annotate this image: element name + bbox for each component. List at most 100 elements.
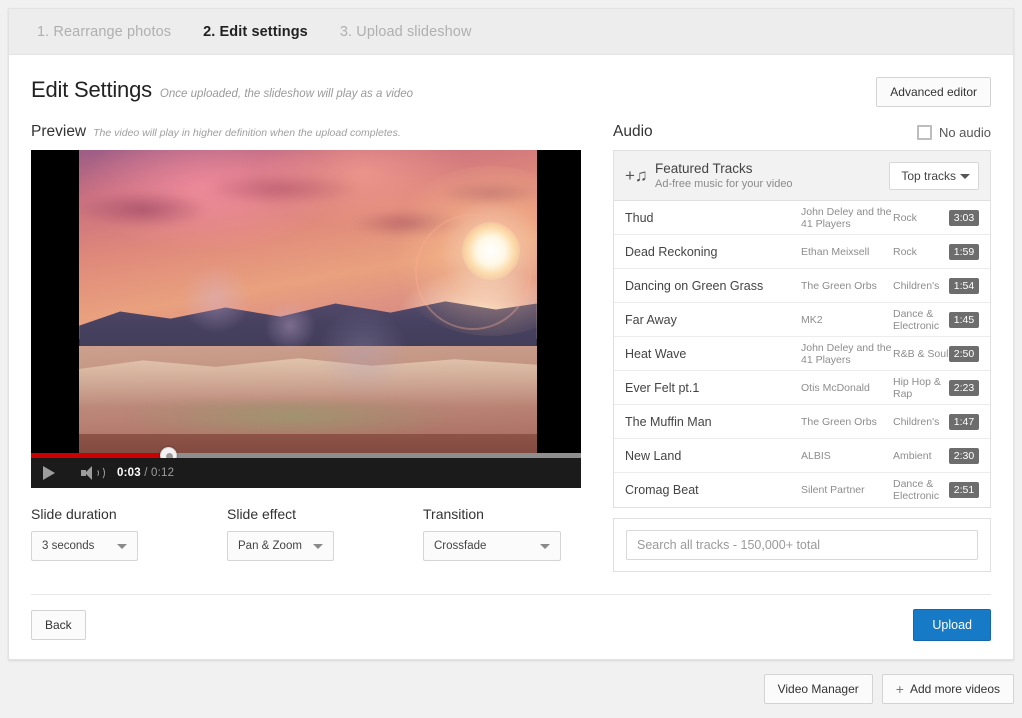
track-duration: 2:51 <box>949 482 979 498</box>
track-genre: Ambient <box>893 449 932 462</box>
track-artist: ALBIS <box>801 449 831 462</box>
track-title: The Muffin Man <box>625 414 712 429</box>
track-genre: Dance & Electronic <box>893 478 940 502</box>
track-row[interactable]: Cromag Beat Silent Partner Dance & Electro… <box>614 473 990 507</box>
audio-column: Audio No audio +♫ Featured Tracks Ad-fre… <box>613 123 991 572</box>
no-audio-label: No audio <box>938 124 991 140</box>
track-title: Heat Wave <box>625 346 687 361</box>
track-duration: 3:03 <box>949 209 979 226</box>
lens-flare-dot-1 <box>181 263 252 334</box>
featured-tracks-text: Featured Tracks Ad-free music for your v… <box>655 161 889 191</box>
track-row[interactable]: New Land ALBIS Ambient 2:30 <box>614 439 990 473</box>
preview-note: The video will play in higher definition… <box>93 127 401 139</box>
featured-tracks-title: Featured Tracks <box>655 160 753 176</box>
slide-effect-label: Slide effect <box>227 506 297 522</box>
track-duration: 1:47 <box>949 413 979 430</box>
volume-button[interactable] <box>81 465 117 481</box>
lens-flare-ring <box>414 213 531 330</box>
track-row[interactable]: The Muffin Man The Green Orbs Children's 1:… <box>614 405 990 439</box>
track-list: Thud John Deley and the 41 Players Rock 3:0… <box>614 201 990 507</box>
track-row[interactable]: Ever Felt pt.1 Otis McDonald Hip Hop & Rap… <box>614 371 990 405</box>
plus-icon: + <box>895 681 904 697</box>
slide-effect-select[interactable]: Pan & Zoom <box>227 531 334 561</box>
chevron-down-icon <box>117 544 127 549</box>
track-title: Dead Reckoning <box>625 244 718 259</box>
track-title: Dancing on Green Grass <box>625 278 764 293</box>
slide-duration-label: Slide duration <box>31 506 117 522</box>
video-controls-bar: 0:03 / 0:12 <box>31 458 581 488</box>
track-title: Cromag Beat <box>625 483 699 497</box>
track-row[interactable]: Thud John Deley and the 41 Players Rock 3:0… <box>614 201 990 235</box>
track-row[interactable]: Far Away MK2 Dance & Electronic 1:45 <box>614 303 990 337</box>
add-music-note-icon: +♫ <box>625 165 648 185</box>
featured-tracks-header: +♫ Featured Tracks Ad-free music for you… <box>614 151 990 201</box>
track-search-container <box>613 518 991 572</box>
page-title: Edit Settings <box>31 77 152 102</box>
hill-highlight-layer <box>79 358 537 407</box>
track-genre: Children's <box>893 279 940 292</box>
step-tab-rearrange-photos[interactable]: 1. Rearrange photos <box>37 24 171 40</box>
current-time: 0:03 <box>117 467 141 479</box>
track-artist: John Deley and the 41 Players <box>801 205 892 230</box>
track-duration: 2:50 <box>949 345 979 362</box>
track-row[interactable]: Dancing on Green Grass The Green Orbs Chil… <box>614 269 990 303</box>
lens-flare-dot-2 <box>263 299 316 352</box>
track-title: Thud <box>625 210 654 225</box>
audio-header: Audio No audio <box>613 123 991 141</box>
track-row[interactable]: Heat Wave John Deley and the 41 Players R&… <box>614 337 990 371</box>
add-more-videos-button[interactable]: + Add more videos <box>881 674 1014 704</box>
track-duration: 2:30 <box>949 447 979 464</box>
lens-flare-dot-3 <box>316 306 409 399</box>
transition-value: Crossfade <box>434 540 487 552</box>
add-more-videos-label: Add more videos <box>909 682 1000 696</box>
page-subtitle: Once uploaded, the slideshow will play a… <box>159 88 414 100</box>
total-time: 0:12 <box>151 467 175 479</box>
transition-group: Transition Crossfade <box>423 506 583 561</box>
slide-duration-group: Slide duration 3 seconds <box>31 506 191 561</box>
play-icon <box>43 466 55 480</box>
top-tracks-label: Top tracks <box>901 168 956 183</box>
search-tracks-input[interactable] <box>626 530 978 560</box>
video-time-display: 0:03 / 0:12 <box>117 467 174 479</box>
chevron-down-icon <box>960 173 970 179</box>
track-genre: Rock <box>893 211 917 224</box>
slide-effect-group: Slide effect Pan & Zoom <box>227 506 387 561</box>
volume-icon <box>81 465 105 481</box>
page-footer: Video Manager + Add more videos <box>8 668 1014 710</box>
chevron-down-icon <box>313 544 323 549</box>
slide-settings-row: Slide duration 3 seconds Slide effect Pa… <box>31 506 583 561</box>
upload-button[interactable]: Upload <box>913 609 991 641</box>
transition-label: Transition <box>423 506 484 522</box>
track-artist: The Green Orbs <box>801 279 877 292</box>
video-preview-player[interactable]: 0:03 / 0:12 <box>31 150 581 488</box>
track-artist: Ethan Meixsell <box>801 245 870 258</box>
track-genre: Rock <box>893 245 917 258</box>
track-artist: Silent Partner <box>801 484 865 496</box>
track-genre: Children's <box>893 415 940 428</box>
no-audio-toggle[interactable]: No audio <box>916 124 991 140</box>
transition-select[interactable]: Crossfade <box>423 531 561 561</box>
video-manager-button[interactable]: Video Manager <box>763 674 873 704</box>
top-tracks-dropdown[interactable]: Top tracks <box>889 161 979 190</box>
video-manager-label: Video Manager <box>777 682 859 696</box>
preview-header: Preview The video will play in higher de… <box>31 123 583 141</box>
step-tab-upload-slideshow[interactable]: 3. Upload slideshow <box>340 24 472 40</box>
track-duration: 1:54 <box>949 277 979 294</box>
slideshow-editor-card: 1. Rearrange photos 2. Edit settings 3. … <box>8 8 1014 660</box>
actions-row: Back Upload <box>9 595 1013 641</box>
track-row[interactable]: Dead Reckoning Ethan Meixsell Rock 1:59 <box>614 235 990 269</box>
track-duration: 1:59 <box>949 243 979 260</box>
track-duration: 2:23 <box>949 379 979 396</box>
step-tab-bar: 1. Rearrange photos 2. Edit settings 3. … <box>9 9 1013 55</box>
advanced-editor-button[interactable]: Advanced editor <box>876 77 991 107</box>
preview-title: Preview <box>31 123 87 140</box>
back-button[interactable]: Back <box>31 610 86 640</box>
track-title: New Land <box>625 448 682 463</box>
featured-tracks-subtitle: Ad-free music for your video <box>655 177 793 190</box>
play-button[interactable] <box>43 466 81 480</box>
step-tab-edit-settings[interactable]: 2. Edit settings <box>203 24 308 40</box>
slide-duration-select[interactable]: 3 seconds <box>31 531 138 561</box>
main-body: Preview The video will play in higher de… <box>9 107 1013 572</box>
track-title: Ever Felt pt.1 <box>625 380 700 395</box>
no-audio-checkbox[interactable] <box>916 124 932 140</box>
